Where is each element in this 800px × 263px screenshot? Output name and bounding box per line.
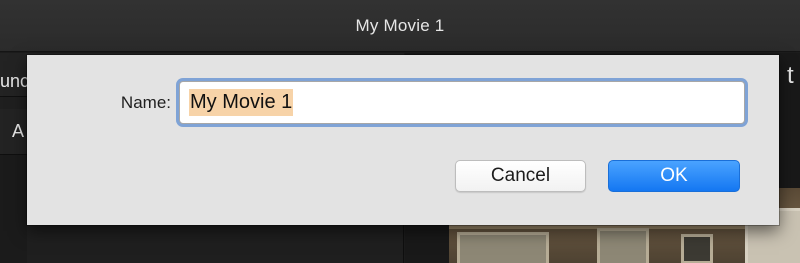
background-sidebar-strip bbox=[0, 155, 27, 263]
rename-dialog: Name: My Movie 1 Cancel OK bbox=[27, 55, 779, 225]
background-partial-text: t bbox=[787, 62, 794, 89]
window-title: My Movie 1 bbox=[355, 15, 445, 35]
name-input-value[interactable]: My Movie 1 bbox=[189, 89, 294, 116]
viewer-image-detail bbox=[681, 234, 713, 263]
name-input[interactable]: My Movie 1 bbox=[179, 81, 745, 124]
cancel-button[interactable]: Cancel bbox=[455, 160, 586, 192]
ok-button[interactable]: OK bbox=[608, 160, 740, 192]
app-window: My Movie 1 unc A t Name: My Movie 1 Canc… bbox=[0, 0, 800, 263]
name-label: Name: bbox=[120, 93, 171, 112]
viewer-image-detail bbox=[597, 228, 649, 263]
viewer-image-detail bbox=[457, 232, 549, 263]
background-partial-text: unc bbox=[0, 71, 27, 91]
title-bar: My Movie 1 bbox=[0, 0, 800, 52]
background-partial-text: A bbox=[12, 121, 25, 141]
